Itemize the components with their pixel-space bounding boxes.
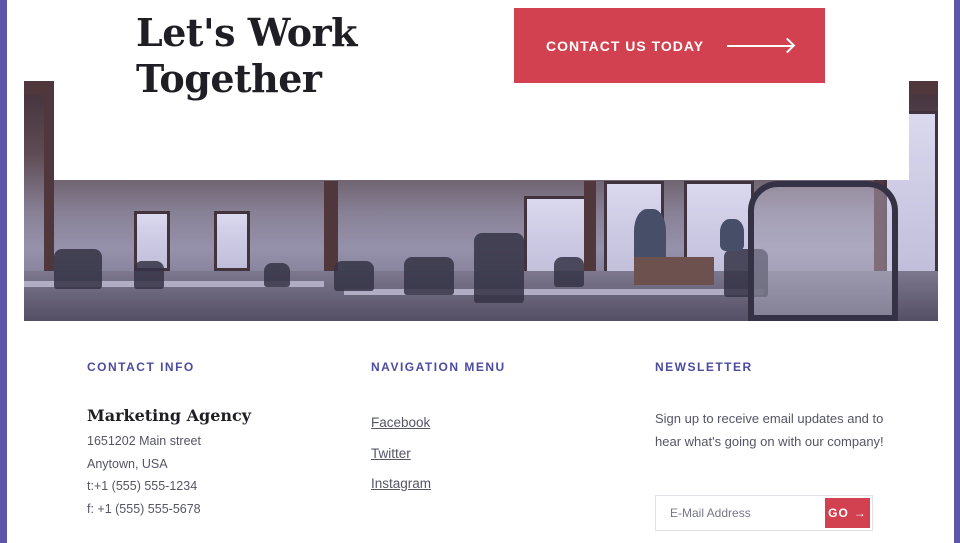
go-button-label: GO (828, 506, 849, 520)
arrow-right-icon: → (853, 506, 867, 520)
address-line-2: Anytown, USA (87, 456, 168, 471)
newsletter-description: Sign up to receive email updates and to … (655, 411, 884, 449)
facebook-link[interactable]: Facebook (371, 408, 621, 439)
page: Let's Work Together CONTACT US TODAY CON… (7, 0, 954, 543)
contact-info-section: CONTACT INFO Marketing Agency 1651202 Ma… (87, 360, 337, 520)
contact-us-button[interactable]: CONTACT US TODAY (514, 8, 825, 83)
navigation-menu-title: NAVIGATION MENU (371, 360, 506, 374)
phone-number: t:+1 (555) 555-1234 (87, 479, 198, 493)
cta-card: Let's Work Together CONTACT US TODAY (54, 0, 909, 180)
newsletter-title: NEWSLETTER (655, 360, 753, 374)
cta-headline: Let's Work Together (136, 10, 357, 101)
arrow-right-icon (727, 44, 793, 47)
navigation-menu-section: NAVIGATION MENU Facebook Twitter Instagr… (371, 360, 621, 500)
instagram-link[interactable]: Instagram (371, 469, 621, 500)
email-input[interactable] (658, 498, 825, 528)
contact-info-title: CONTACT INFO (87, 360, 195, 374)
newsletter-form: GO → (655, 495, 873, 531)
contact-us-label: CONTACT US TODAY (546, 37, 705, 54)
address-line-1: 1651202 Main street (87, 434, 201, 448)
company-name: Marketing Agency (87, 406, 252, 425)
twitter-link[interactable]: Twitter (371, 439, 621, 470)
newsletter-section: NEWSLETTER Sign up to receive email upda… (655, 360, 885, 531)
fax-number: f: +1 (555) 555-5678 (87, 501, 201, 516)
go-button[interactable]: GO → (825, 498, 870, 528)
